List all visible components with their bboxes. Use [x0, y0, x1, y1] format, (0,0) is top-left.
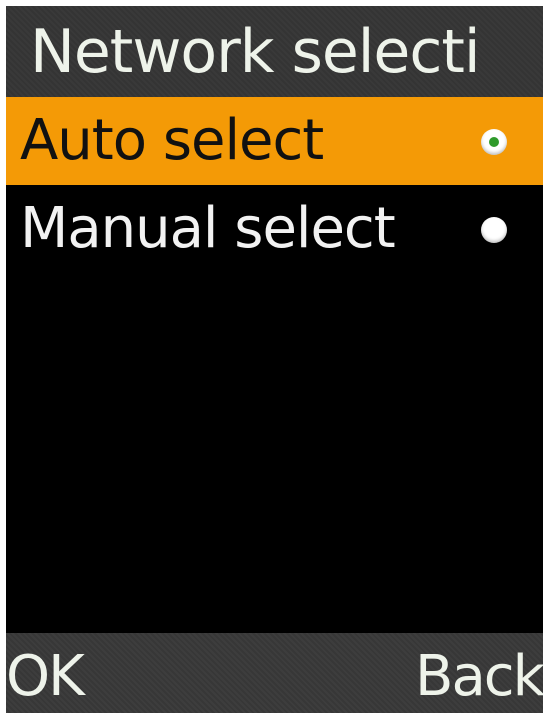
softkey-bar: OK Back: [6, 633, 543, 713]
option-label: Auto select: [20, 108, 324, 173]
radio-selected-icon[interactable]: [481, 129, 507, 155]
radio-dot-icon: [489, 137, 499, 147]
ok-softkey[interactable]: OK: [6, 643, 85, 711]
option-auto-select[interactable]: Auto select: [6, 97, 543, 185]
option-label: Manual select: [20, 196, 396, 261]
radio-unselected-icon[interactable]: [481, 217, 507, 243]
option-manual-select[interactable]: Manual select: [6, 185, 543, 273]
back-softkey[interactable]: Back: [415, 643, 543, 711]
network-selection-list: Auto select Manual select: [6, 97, 543, 273]
title-bar: Network selecti: [6, 6, 543, 97]
page-title: Network selecti: [30, 17, 481, 87]
phone-screen: Network selecti Auto select Manual selec…: [6, 6, 543, 713]
